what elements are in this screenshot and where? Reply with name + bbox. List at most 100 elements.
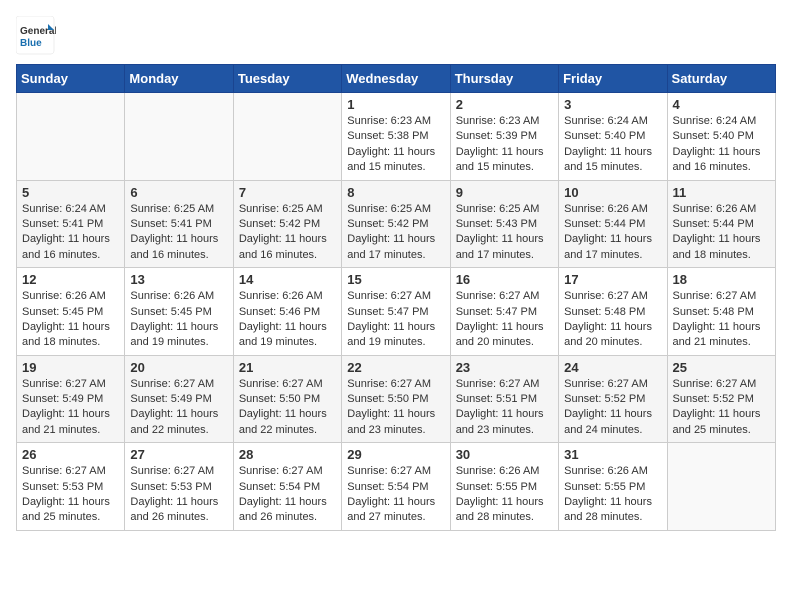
day-info: Sunrise: 6:27 AMSunset: 5:50 PMDaylight:… <box>347 377 444 439</box>
day-info: Sunrise: 6:27 AMSunset: 5:54 PMDaylight:… <box>239 464 336 526</box>
calendar-cell: 18 Sunrise: 6:27 AMSunset: 5:48 PMDayligh… <box>667 268 775 356</box>
day-info: Sunrise: 6:26 AMSunset: 5:45 PMDaylight:… <box>130 289 227 351</box>
calendar-week-5: 26 Sunrise: 6:27 AMSunset: 5:53 PMDayligh… <box>17 443 776 531</box>
calendar-table: SundayMondayTuesdayWednesdayThursdayFrid… <box>16 64 776 531</box>
calendar-cell: 7Sunrise: 6:25 AMSunset: 5:42 PMDaylight… <box>233 180 341 268</box>
day-number: 30 <box>456 447 553 462</box>
calendar-cell: 1 Sunrise: 6:23 AMSunset: 5:38 PMDaylight… <box>342 93 450 181</box>
day-number: 22 <box>347 360 444 375</box>
page-header: General Blue <box>16 16 776 56</box>
day-number: 10 <box>564 185 661 200</box>
day-number: 17 <box>564 272 661 287</box>
calendar-cell: 20 Sunrise: 6:27 AMSunset: 5:49 PMDayligh… <box>125 355 233 443</box>
calendar-cell <box>125 93 233 181</box>
day-number: 14 <box>239 272 336 287</box>
calendar-cell: 22 Sunrise: 6:27 AMSunset: 5:50 PMDayligh… <box>342 355 450 443</box>
calendar-cell <box>233 93 341 181</box>
calendar-cell: 29 Sunrise: 6:27 AMSunset: 5:54 PMDayligh… <box>342 443 450 531</box>
day-number: 29 <box>347 447 444 462</box>
calendar-cell: 3Sunrise: 6:24 AMSunset: 5:40 PMDaylight… <box>559 93 667 181</box>
calendar-cell <box>17 93 125 181</box>
weekday-header-saturday: Saturday <box>667 65 775 93</box>
day-number: 1 <box>347 97 444 112</box>
day-info: Sunrise: 6:27 AMSunset: 5:48 PMDaylight:… <box>673 289 770 351</box>
calendar-cell: 5 Sunrise: 6:24 AMSunset: 5:41 PMDaylight… <box>17 180 125 268</box>
day-number: 19 <box>22 360 119 375</box>
day-number: 11 <box>673 185 770 200</box>
calendar-week-3: 12 Sunrise: 6:26 AMSunset: 5:45 PMDayligh… <box>17 268 776 356</box>
calendar-cell: 2 Sunrise: 6:23 AMSunset: 5:39 PMDaylight… <box>450 93 558 181</box>
calendar-week-4: 19 Sunrise: 6:27 AMSunset: 5:49 PMDayligh… <box>17 355 776 443</box>
calendar-cell: 19 Sunrise: 6:27 AMSunset: 5:49 PMDayligh… <box>17 355 125 443</box>
day-number: 8 <box>347 185 444 200</box>
day-info: Sunrise: 6:23 AMSunset: 5:38 PMDaylight:… <box>347 114 444 176</box>
calendar-cell: 23Sunrise: 6:27 AMSunset: 5:51 PMDayligh… <box>450 355 558 443</box>
day-info: Sunrise: 6:26 AMSunset: 5:44 PMDaylight:… <box>673 202 770 264</box>
day-number: 15 <box>347 272 444 287</box>
day-number: 9 <box>456 185 553 200</box>
day-info: Sunrise: 6:26 AMSunset: 5:55 PMDaylight:… <box>456 464 553 526</box>
day-info: Sunrise: 6:27 AMSunset: 5:53 PMDaylight:… <box>22 464 119 526</box>
day-number: 27 <box>130 447 227 462</box>
calendar-cell: 30 Sunrise: 6:26 AMSunset: 5:55 PMDayligh… <box>450 443 558 531</box>
calendar-header-row: SundayMondayTuesdayWednesdayThursdayFrid… <box>17 65 776 93</box>
day-number: 3 <box>564 97 661 112</box>
day-info: Sunrise: 6:27 AMSunset: 5:47 PMDaylight:… <box>456 289 553 351</box>
day-info: Sunrise: 6:25 AMSunset: 5:42 PMDaylight:… <box>239 202 336 264</box>
day-number: 20 <box>130 360 227 375</box>
calendar-cell: 14 Sunrise: 6:26 AMSunset: 5:46 PMDayligh… <box>233 268 341 356</box>
day-info: Sunrise: 6:23 AMSunset: 5:39 PMDaylight:… <box>456 114 553 176</box>
logo-icon: General Blue <box>16 16 56 56</box>
day-number: 25 <box>673 360 770 375</box>
day-info: Sunrise: 6:27 AMSunset: 5:50 PMDaylight:… <box>239 377 336 439</box>
calendar-cell: 27 Sunrise: 6:27 AMSunset: 5:53 PMDayligh… <box>125 443 233 531</box>
calendar-cell: 11 Sunrise: 6:26 AMSunset: 5:44 PMDayligh… <box>667 180 775 268</box>
calendar-cell: 10 Sunrise: 6:26 AMSunset: 5:44 PMDayligh… <box>559 180 667 268</box>
svg-text:Blue: Blue <box>20 38 42 49</box>
calendar-cell: 4 Sunrise: 6:24 AMSunset: 5:40 PMDaylight… <box>667 93 775 181</box>
day-info: Sunrise: 6:25 AMSunset: 5:42 PMDaylight:… <box>347 202 444 264</box>
calendar-cell: 28Sunrise: 6:27 AMSunset: 5:54 PMDayligh… <box>233 443 341 531</box>
calendar-cell: 24 Sunrise: 6:27 AMSunset: 5:52 PMDayligh… <box>559 355 667 443</box>
calendar-cell: 8 Sunrise: 6:25 AMSunset: 5:42 PMDaylight… <box>342 180 450 268</box>
day-number: 18 <box>673 272 770 287</box>
weekday-header-sunday: Sunday <box>17 65 125 93</box>
day-info: Sunrise: 6:26 AMSunset: 5:44 PMDaylight:… <box>564 202 661 264</box>
day-info: Sunrise: 6:27 AMSunset: 5:48 PMDaylight:… <box>564 289 661 351</box>
day-number: 4 <box>673 97 770 112</box>
calendar-cell <box>667 443 775 531</box>
day-info: Sunrise: 6:27 AMSunset: 5:47 PMDaylight:… <box>347 289 444 351</box>
day-info: Sunrise: 6:27 AMSunset: 5:51 PMDaylight:… <box>456 377 553 439</box>
day-number: 26 <box>22 447 119 462</box>
day-info: Sunrise: 6:27 AMSunset: 5:53 PMDaylight:… <box>130 464 227 526</box>
day-info: Sunrise: 6:26 AMSunset: 5:55 PMDaylight:… <box>564 464 661 526</box>
day-info: Sunrise: 6:27 AMSunset: 5:52 PMDaylight:… <box>564 377 661 439</box>
day-number: 31 <box>564 447 661 462</box>
weekday-header-tuesday: Tuesday <box>233 65 341 93</box>
day-info: Sunrise: 6:27 AMSunset: 5:52 PMDaylight:… <box>673 377 770 439</box>
calendar-cell: 13Sunrise: 6:26 AMSunset: 5:45 PMDayligh… <box>125 268 233 356</box>
weekday-header-friday: Friday <box>559 65 667 93</box>
day-number: 16 <box>456 272 553 287</box>
day-info: Sunrise: 6:26 AMSunset: 5:45 PMDaylight:… <box>22 289 119 351</box>
day-number: 24 <box>564 360 661 375</box>
day-info: Sunrise: 6:27 AMSunset: 5:49 PMDaylight:… <box>22 377 119 439</box>
calendar-cell: 25 Sunrise: 6:27 AMSunset: 5:52 PMDayligh… <box>667 355 775 443</box>
calendar-cell: 9Sunrise: 6:25 AMSunset: 5:43 PMDaylight… <box>450 180 558 268</box>
day-number: 5 <box>22 185 119 200</box>
day-number: 12 <box>22 272 119 287</box>
day-number: 2 <box>456 97 553 112</box>
day-info: Sunrise: 6:26 AMSunset: 5:46 PMDaylight:… <box>239 289 336 351</box>
logo: General Blue <box>16 16 56 56</box>
calendar-week-2: 5 Sunrise: 6:24 AMSunset: 5:41 PMDaylight… <box>17 180 776 268</box>
calendar-week-1: 1 Sunrise: 6:23 AMSunset: 5:38 PMDaylight… <box>17 93 776 181</box>
calendar-cell: 15 Sunrise: 6:27 AMSunset: 5:47 PMDayligh… <box>342 268 450 356</box>
calendar-body: 1 Sunrise: 6:23 AMSunset: 5:38 PMDaylight… <box>17 93 776 531</box>
day-info: Sunrise: 6:24 AMSunset: 5:41 PMDaylight:… <box>22 202 119 264</box>
calendar-cell: 21Sunrise: 6:27 AMSunset: 5:50 PMDayligh… <box>233 355 341 443</box>
day-info: Sunrise: 6:27 AMSunset: 5:54 PMDaylight:… <box>347 464 444 526</box>
day-info: Sunrise: 6:24 AMSunset: 5:40 PMDaylight:… <box>673 114 770 176</box>
calendar-cell: 12 Sunrise: 6:26 AMSunset: 5:45 PMDayligh… <box>17 268 125 356</box>
calendar-cell: 16 Sunrise: 6:27 AMSunset: 5:47 PMDayligh… <box>450 268 558 356</box>
day-info: Sunrise: 6:27 AMSunset: 5:49 PMDaylight:… <box>130 377 227 439</box>
